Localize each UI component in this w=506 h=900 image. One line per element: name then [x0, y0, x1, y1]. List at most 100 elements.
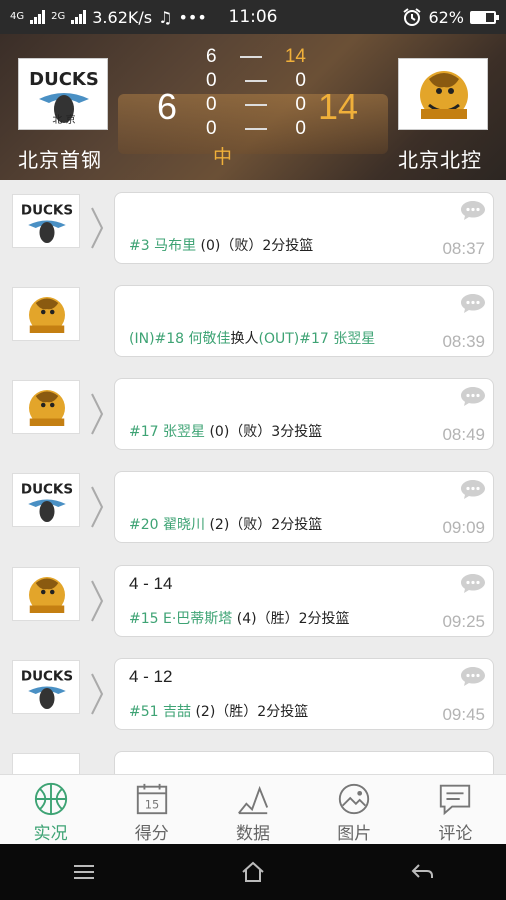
away-team-avatar — [12, 753, 80, 774]
tab-label: 评论 — [438, 824, 473, 844]
quarter-home-score: 6 — [206, 46, 217, 67]
menu-icon[interactable] — [70, 858, 98, 886]
home-team-logo[interactable]: DUCKS 北 京 — [18, 58, 108, 130]
away-total-score: 14 — [318, 86, 359, 127]
bottom-tab-bar: 实况 15 得分 数据 图片 评论 — [0, 774, 506, 844]
feed-item[interactable]: DUCKS 4 - 12 #51 吉喆 (2)（胜）2分投篮 09:45 — [0, 658, 506, 738]
quarter-3-score: 00 — [206, 94, 306, 116]
event-time: 08:37 — [442, 239, 485, 258]
event-player[interactable]: (IN)#18 何敬佳 — [129, 331, 231, 347]
signal2-icon — [71, 10, 87, 24]
event-detail: (4)（胜）2分投篮 — [232, 611, 350, 627]
comment-icon — [440, 784, 471, 816]
event-detail: (2)（胜）2分投篮 — [191, 704, 309, 720]
calendar-icon: 15 — [136, 783, 167, 815]
comment-bubble-icon[interactable] — [459, 572, 487, 594]
network-type-label: 4G — [10, 11, 25, 22]
quarter-home-score: 0 — [206, 118, 217, 139]
event-text: #51 吉喆 (2)（胜）2分投篮 — [129, 701, 308, 721]
tab-photos[interactable]: 图片 — [304, 775, 405, 844]
quarter-4-score: 00 — [206, 118, 306, 140]
tab-live[interactable]: 实况 — [0, 775, 101, 844]
alarm-icon — [403, 8, 422, 26]
event-text: #15 E·巴蒂斯塔 (4)（胜）2分投篮 — [129, 608, 350, 628]
event-detail: 换人 — [230, 331, 259, 347]
event-time: 09:09 — [442, 518, 485, 537]
event-score: 4 - 14 — [129, 574, 173, 593]
comment-bubble-icon[interactable] — [459, 292, 487, 314]
feed-item[interactable]: DUCKS #20 翟晓川 (2)（败）2分投篮 09:09 — [0, 471, 506, 551]
event-detail: (0)（败）2分投篮 — [196, 238, 314, 254]
away-team-logo[interactable] — [398, 58, 488, 130]
event-card[interactable]: (IN)#18 何敬佳换人(OUT)#17 张翌星 08:39 — [114, 285, 494, 357]
play-by-play-feed[interactable]: DUCKS #3 马布里 (0)（败）2分投篮 08:37 (IN)#18 何敬佳换人… — [0, 180, 506, 774]
event-card[interactable]: 4 - 12 #51 吉喆 (2)（胜）2分投篮 09:45 — [114, 658, 494, 730]
tab-label: 图片 — [337, 824, 372, 844]
battery-percent: 62% — [428, 7, 464, 27]
event-player[interactable]: #3 马布里 — [129, 238, 196, 254]
event-card[interactable]: #17 张翌星 (0)（败）3分投篮 08:49 — [114, 378, 494, 450]
event-score: 4 - 12 — [129, 667, 173, 686]
feed-item[interactable]: #17 张翌星 (0)（败）3分投篮 08:49 — [0, 378, 506, 458]
chart-icon — [238, 785, 269, 815]
tab-comments[interactable]: 评论 — [405, 775, 506, 844]
status-bar: 4G 2G 3.62K/s ♫ ••• 11:06 62% — [0, 0, 506, 34]
chevron-right-icon — [91, 207, 104, 249]
event-card[interactable]: 4 - 14 #15 E·巴蒂斯塔 (4)（胜）2分投篮 09:25 — [114, 565, 494, 637]
comment-bubble-icon[interactable] — [459, 385, 487, 407]
event-text: #17 张翌星 (0)（败）3分投篮 — [129, 421, 322, 441]
quarter-1-score: 6 14 — [206, 46, 306, 68]
quarter-home-score: 0 — [206, 94, 217, 115]
tab-label: 实况 — [33, 824, 68, 844]
away-team-avatar — [12, 287, 80, 341]
signal-icon — [30, 10, 46, 24]
event-player[interactable]: #20 翟晓川 — [129, 517, 205, 533]
home-total-score: 6 — [157, 86, 178, 127]
svg-text:DUCKS: DUCKS — [21, 482, 73, 498]
quarter-home-score: 0 — [206, 70, 217, 91]
event-time: 09:45 — [442, 705, 485, 724]
music-icon: ♫ — [158, 7, 173, 27]
away-team-avatar — [12, 567, 80, 621]
quarter-away-score: 0 — [295, 94, 306, 115]
comment-bubble-icon[interactable] — [459, 478, 487, 500]
tab-stats[interactable]: 数据 — [202, 775, 303, 844]
svg-text:DUCKS: DUCKS — [21, 203, 73, 219]
event-card[interactable] — [114, 751, 494, 774]
calendar-day: 15 — [145, 797, 159, 811]
event-text: #20 翟晓川 (2)（败）2分投篮 — [129, 514, 322, 534]
quarter-away-score: 0 — [295, 118, 306, 139]
game-period: 中 — [213, 146, 233, 168]
feed-item[interactable]: 4 - 14 #15 E·巴蒂斯塔 (4)（胜）2分投篮 09:25 — [0, 565, 506, 645]
away-team-name[interactable]: 北京北控 — [398, 144, 482, 173]
quarter-away-score: 0 — [295, 70, 306, 91]
comment-bubble-icon[interactable] — [459, 665, 487, 687]
event-player[interactable]: #51 吉喆 — [129, 704, 191, 720]
photo-icon — [339, 783, 370, 815]
home-icon[interactable] — [239, 858, 267, 886]
home-team-name[interactable]: 北京首钢 — [18, 144, 102, 173]
feed-item[interactable]: (IN)#18 何敬佳换人(OUT)#17 张翌星 08:39 — [0, 285, 506, 365]
svg-text:DUCKS: DUCKS — [21, 669, 73, 685]
comment-bubble-icon[interactable] — [459, 199, 487, 221]
feed-item-partial[interactable] — [0, 751, 506, 774]
tab-label: 数据 — [236, 824, 270, 844]
event-time: 08:49 — [442, 425, 485, 444]
more-indicator: ••• — [178, 7, 207, 27]
tab-label: 得分 — [134, 824, 169, 844]
event-player-out[interactable]: (OUT)#17 张翌星 — [259, 331, 376, 347]
home-team-avatar: DUCKS — [12, 473, 80, 527]
quarter-2-score: 00 — [206, 70, 306, 92]
event-player[interactable]: #17 张翌星 — [129, 424, 205, 440]
event-player[interactable]: #15 E·巴蒂斯塔 — [129, 611, 232, 627]
feed-item[interactable]: DUCKS #3 马布里 (0)（败）2分投篮 08:37 — [0, 192, 506, 272]
event-text: #3 马布里 (0)（败）2分投篮 — [129, 235, 313, 255]
home-team-avatar: DUCKS — [12, 194, 80, 248]
event-card[interactable]: #3 马布里 (0)（败）2分投篮 08:37 — [114, 192, 494, 264]
back-icon[interactable] — [408, 858, 436, 886]
tab-score[interactable]: 15 得分 — [101, 775, 202, 844]
away-team-avatar — [12, 380, 80, 434]
network-speed: 3.62K/s — [92, 7, 153, 27]
home-team-avatar: DUCKS — [12, 660, 80, 714]
event-card[interactable]: #20 翟晓川 (2)（败）2分投篮 09:09 — [114, 471, 494, 543]
